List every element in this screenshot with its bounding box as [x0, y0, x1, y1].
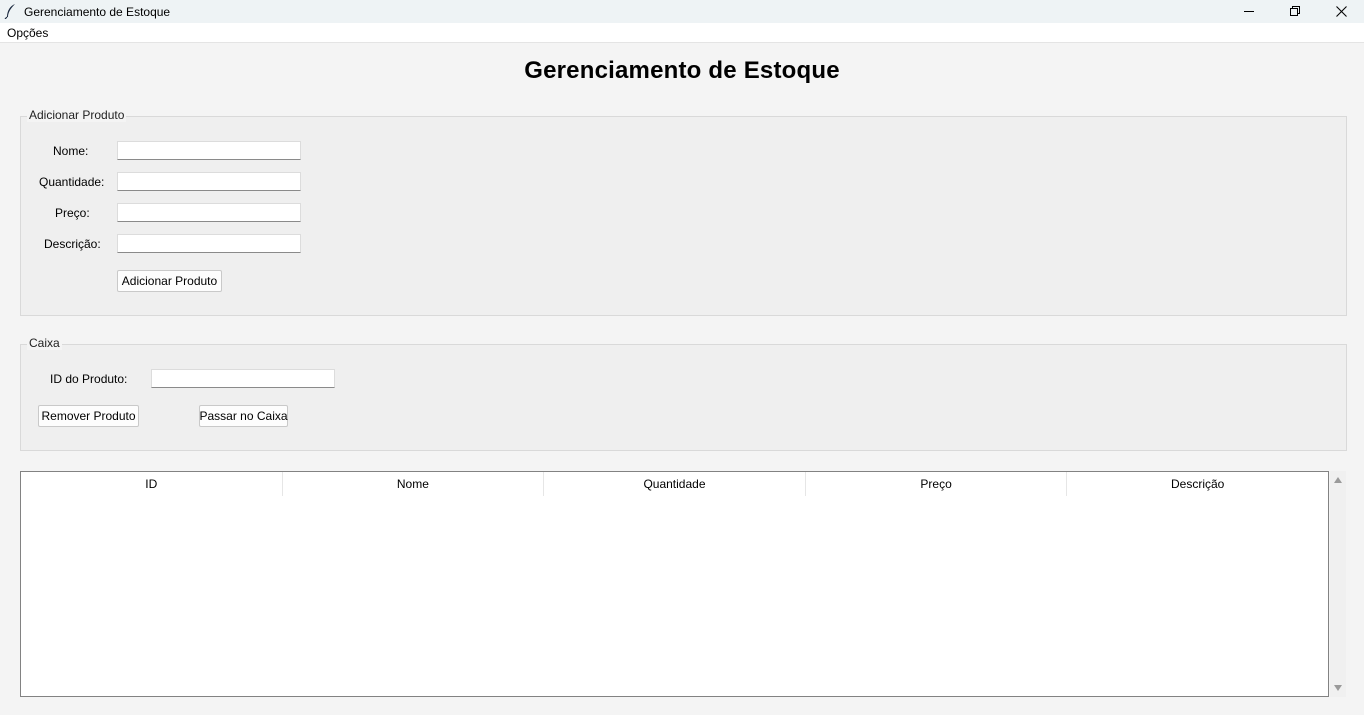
cashier-legend: Caixa — [27, 336, 62, 350]
quantity-field[interactable] — [117, 172, 301, 191]
menu-options[interactable]: Opções — [7, 26, 48, 40]
column-header-quantity[interactable]: Quantidade — [544, 472, 806, 496]
restore-icon — [1289, 6, 1300, 16]
window-title: Gerenciamento de Estoque — [24, 5, 171, 19]
scroll-down-icon[interactable] — [1334, 685, 1342, 691]
menu-bar: Opções — [0, 23, 1364, 43]
add-product-button[interactable]: Adicionar Produto — [117, 270, 222, 292]
minimize-icon — [1243, 11, 1254, 12]
title-bar: Gerenciamento de Estoque — [0, 0, 1364, 23]
product-id-label: ID do Produto: — [50, 372, 128, 386]
close-icon — [1335, 6, 1347, 17]
remove-product-button[interactable]: Remover Produto — [38, 405, 139, 427]
cashier-group: Caixa ID do Produto: Remover Produto Pas… — [20, 336, 1347, 451]
name-field[interactable] — [117, 141, 301, 160]
feather-icon — [4, 4, 15, 19]
column-header-price[interactable]: Preço — [806, 472, 1068, 496]
name-label: Nome: — [53, 144, 89, 158]
add-product-legend: Adicionar Produto — [27, 108, 127, 122]
description-field[interactable] — [117, 234, 301, 253]
page-title: Gerenciamento de Estoque — [524, 57, 840, 84]
description-label: Descrição: — [44, 237, 101, 251]
scroll-up-icon[interactable] — [1334, 477, 1342, 483]
price-label: Preço: — [55, 206, 90, 220]
close-button[interactable] — [1318, 0, 1364, 23]
price-field[interactable] — [117, 203, 301, 222]
restore-button[interactable] — [1272, 0, 1318, 23]
quantity-label: Quantidade: — [39, 175, 105, 189]
checkout-button[interactable]: Passar no Caixa — [199, 405, 288, 427]
column-header-id[interactable]: ID — [21, 472, 283, 496]
minimize-button[interactable] — [1226, 0, 1272, 23]
table-header: ID Nome Quantidade Preço Descrição — [21, 472, 1328, 496]
add-product-group: Adicionar Produto Nome: Quantidade: Preç… — [20, 108, 1347, 316]
table-scrollbar[interactable] — [1330, 471, 1346, 697]
product-table[interactable]: ID Nome Quantidade Preço Descrição — [20, 471, 1329, 697]
product-id-field[interactable] — [151, 369, 335, 388]
column-header-description[interactable]: Descrição — [1067, 472, 1328, 496]
column-header-name[interactable]: Nome — [283, 472, 545, 496]
